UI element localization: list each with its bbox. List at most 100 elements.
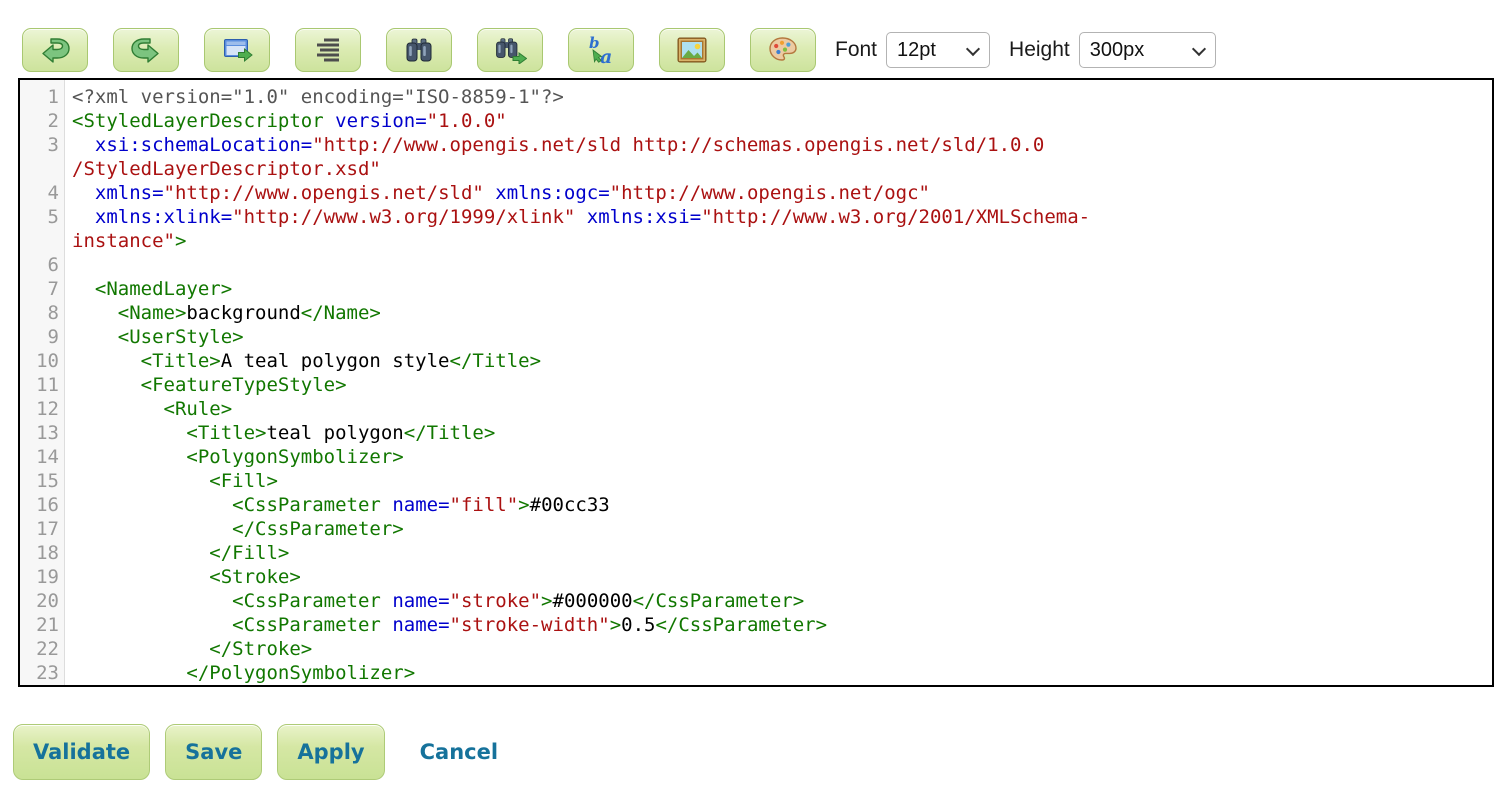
line-number: 14 [20, 445, 65, 469]
code-line: <NamedLayer> [65, 277, 232, 301]
line-number: 23 [20, 661, 65, 685]
undo-button[interactable] [22, 28, 88, 72]
line-number: 18 [20, 541, 65, 565]
editor-height-label: Height [1009, 38, 1070, 62]
line-number: 22 [20, 637, 65, 661]
code-line: <Title>teal polygon</Title> [65, 421, 495, 445]
code-row: 10 <Title>A teal polygon style</Title> [20, 349, 1492, 373]
line-number: 4 [20, 181, 65, 205]
svg-text:b: b [589, 35, 600, 52]
line-number: 1 [20, 85, 65, 109]
code-line: xsi:schemaLocation="http://www.opengis.n… [65, 133, 1044, 157]
sld-code-editor[interactable]: 1<?xml version="1.0" encoding="ISO-8859-… [18, 78, 1494, 687]
reformat-button[interactable] [295, 28, 361, 72]
line-number [20, 157, 65, 181]
code-row: 6 [20, 253, 1492, 277]
code-line: <CssParameter name="stroke-width">0.5</C… [65, 613, 827, 637]
font-size-select-wrap: 12pt [886, 32, 990, 68]
code-line: <?xml version="1.0" encoding="ISO-8859-1… [65, 85, 564, 109]
line-number: 6 [20, 253, 65, 277]
line-number: 20 [20, 589, 65, 613]
code-row: 23 </PolygonSymbolizer> [20, 661, 1492, 685]
editor-height-select[interactable]: 300px [1079, 32, 1216, 68]
code-line: </Stroke> [65, 637, 312, 661]
cancel-link[interactable]: Cancel [420, 740, 498, 764]
window-go-icon [222, 36, 253, 64]
code-row: 4 xmlns="http://www.opengis.net/sld" xml… [20, 181, 1492, 205]
code-line: <FeatureTypeStyle> [65, 373, 347, 397]
code-row: 18 </Fill> [20, 541, 1492, 565]
code-row: 12 <Rule> [20, 397, 1492, 421]
color-palette-button[interactable] [750, 28, 816, 72]
code-row: 22 </Stroke> [20, 637, 1492, 661]
code-line: instance"> [65, 229, 186, 253]
toolbar-buttons: ba [22, 28, 816, 72]
code-line: <CssParameter name="fill">#00cc33 [65, 493, 610, 517]
code-line: <CssParameter name="stroke">#000000</Css… [65, 589, 804, 613]
editor-height-select-wrap: 300px [1079, 32, 1216, 68]
code-row: 5 xmlns:xlink="http://www.w3.org/1999/xl… [20, 205, 1492, 229]
apply-button[interactable]: Apply [277, 724, 384, 780]
font-size-select[interactable]: 12pt [886, 32, 990, 68]
window-go-button[interactable] [204, 28, 270, 72]
code-row: 15 <Fill> [20, 469, 1492, 493]
line-number: 21 [20, 613, 65, 637]
line-number [20, 229, 65, 253]
redo-icon [129, 36, 163, 64]
line-number: 11 [20, 373, 65, 397]
code-line: /StyledLayerDescriptor.xsd" [65, 157, 381, 181]
find-icon [404, 37, 434, 63]
code-row: /StyledLayerDescriptor.xsd" [20, 157, 1492, 181]
code-row: 7 <NamedLayer> [20, 277, 1492, 301]
validate-button[interactable]: Validate [13, 724, 150, 780]
code-rows: 1<?xml version="1.0" encoding="ISO-8859-… [20, 85, 1492, 685]
line-number: 19 [20, 565, 65, 589]
line-number: 10 [20, 349, 65, 373]
insert-image-icon [677, 37, 707, 63]
code-row: 1<?xml version="1.0" encoding="ISO-8859-… [20, 85, 1492, 109]
code-row: 14 <PolygonSymbolizer> [20, 445, 1492, 469]
code-line: <StyledLayerDescriptor version="1.0.0" [65, 109, 507, 133]
line-number: 3 [20, 133, 65, 157]
code-line: xmlns="http://www.opengis.net/sld" xmlns… [65, 181, 930, 205]
line-number: 2 [20, 109, 65, 133]
code-line: <Rule> [65, 397, 232, 421]
find-next-icon [494, 37, 527, 64]
code-line: <Name>background</Name> [65, 301, 381, 325]
insert-image-button[interactable] [659, 28, 725, 72]
code-row: 8 <Name>background</Name> [20, 301, 1492, 325]
line-number: 7 [20, 277, 65, 301]
find-next-button[interactable] [477, 28, 543, 72]
code-line: </CssParameter> [65, 517, 404, 541]
code-line: <UserStyle> [65, 325, 244, 349]
line-number: 16 [20, 493, 65, 517]
find-button[interactable] [386, 28, 452, 72]
undo-icon [38, 36, 72, 64]
line-number: 8 [20, 301, 65, 325]
line-number: 5 [20, 205, 65, 229]
code-row: 11 <FeatureTypeStyle> [20, 373, 1492, 397]
code-line [65, 253, 72, 277]
code-line: </Fill> [65, 541, 289, 565]
code-row: instance"> [20, 229, 1492, 253]
code-row: 2<StyledLayerDescriptor version="1.0.0" [20, 109, 1492, 133]
redo-button[interactable] [113, 28, 179, 72]
code-line: <Title>A teal polygon style</Title> [65, 349, 541, 373]
replace-button[interactable]: ba [568, 28, 634, 72]
code-line: </PolygonSymbolizer> [65, 661, 415, 685]
save-button[interactable]: Save [165, 724, 262, 780]
code-row: 17 </CssParameter> [20, 517, 1492, 541]
code-row: 16 <CssParameter name="fill">#00cc33 [20, 493, 1492, 517]
color-palette-icon [768, 36, 798, 64]
reformat-icon [315, 37, 341, 63]
line-number: 15 [20, 469, 65, 493]
action-bar: Validate Save Apply Cancel [13, 724, 498, 780]
code-row: 19 <Stroke> [20, 565, 1492, 589]
code-line: <Fill> [65, 469, 278, 493]
code-row: 21 <CssParameter name="stroke-width">0.5… [20, 613, 1492, 637]
svg-text:a: a [600, 46, 612, 65]
code-row: 13 <Title>teal polygon</Title> [20, 421, 1492, 445]
code-line: <PolygonSymbolizer> [65, 445, 404, 469]
font-size-label: Font [835, 38, 877, 62]
code-row: 3 xsi:schemaLocation="http://www.opengis… [20, 133, 1492, 157]
